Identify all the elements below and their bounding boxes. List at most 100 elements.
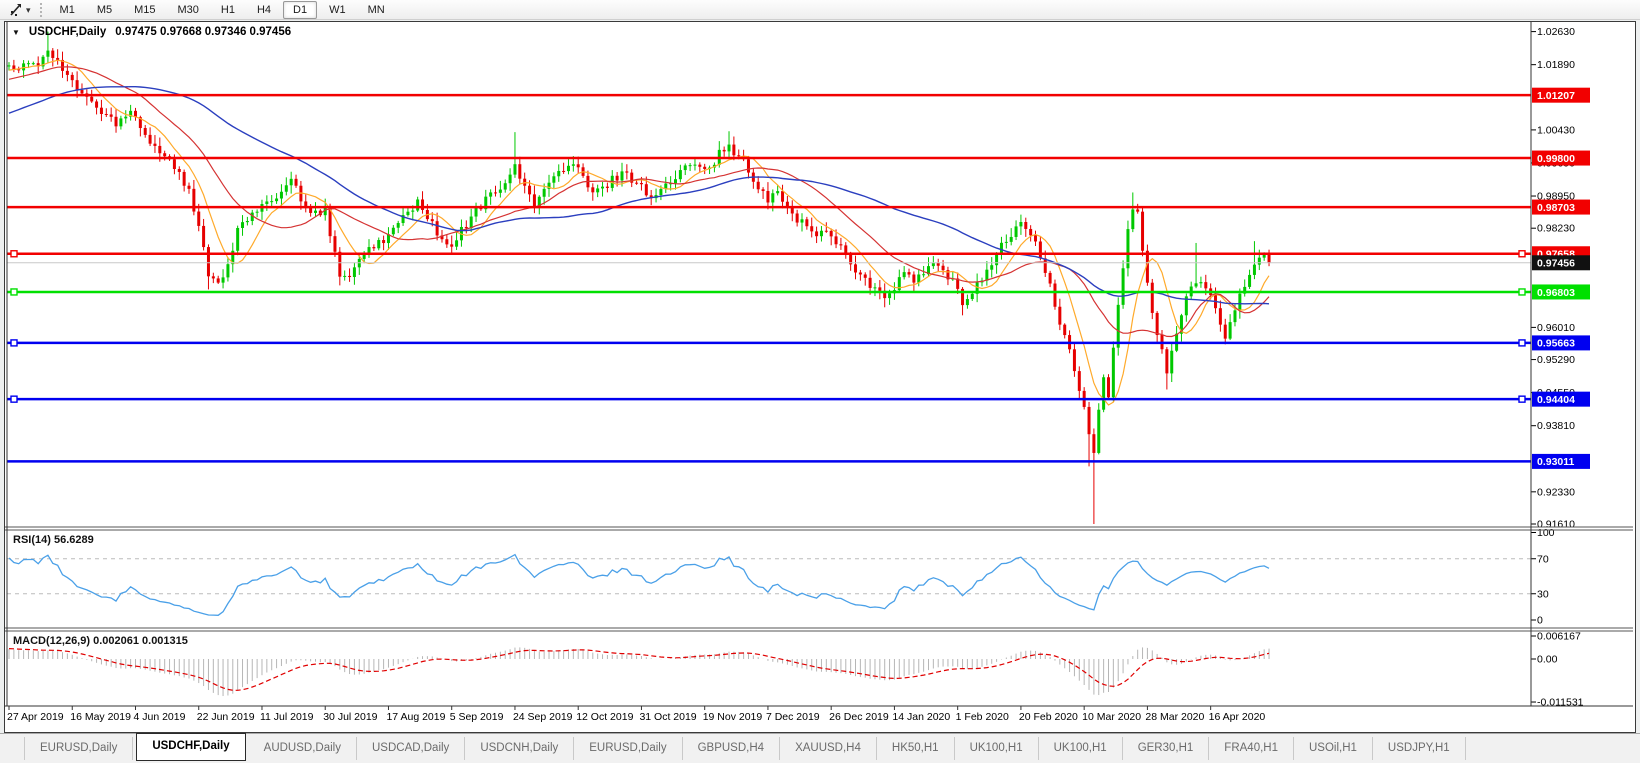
tool-dropdown-icon[interactable]: ▾ [26,5,31,15]
line-handle[interactable] [11,289,17,295]
svg-text:16 Apr 2020: 16 Apr 2020 [1209,711,1266,723]
timeframe-button-m1[interactable]: M1 [50,1,85,19]
timeframe-button-w1[interactable]: W1 [319,1,356,19]
timeframe-button-m15[interactable]: M15 [124,1,165,19]
svg-text:1.01890: 1.01890 [1537,59,1575,71]
candlesticks [8,32,1271,524]
svg-text:1.00430: 1.00430 [1537,124,1575,136]
svg-text:0.97456: 0.97456 [1537,258,1575,270]
chart-tab-eurusd-daily[interactable]: EURUSD,Daily [24,737,133,760]
svg-text:0.006167: 0.006167 [1537,630,1581,642]
line-handle[interactable] [1519,251,1525,257]
chart-tab-audusd-daily[interactable]: AUDUSD,Daily [249,737,357,760]
timeframe-button-h1[interactable]: H1 [211,1,245,19]
chart-tab-eurusd-daily[interactable]: EURUSD,Daily [574,737,682,760]
svg-text:26 Dec 2019: 26 Dec 2019 [829,711,889,723]
svg-text:0.93011: 0.93011 [1537,456,1575,468]
macd-signal-line [9,649,1269,691]
svg-text:14 Jan 2020: 14 Jan 2020 [892,711,950,723]
chart-tab-xauusd-h4[interactable]: XAUUSD,H4 [780,737,877,760]
chart-tab-fra40-h1[interactable]: FRA40,H1 [1209,737,1294,760]
svg-text:1.02630: 1.02630 [1537,26,1575,38]
svg-text:0.94404: 0.94404 [1537,394,1575,406]
chart-tab-ger30-h1[interactable]: GER30,H1 [1123,737,1210,760]
svg-text:30 Jul 2019: 30 Jul 2019 [323,711,377,723]
moving-average-slow [9,87,1269,304]
line-handle[interactable] [11,251,17,257]
rsi-indicator-label: RSI(14) 56.6289 [13,534,94,546]
svg-text:12 Oct 2019: 12 Oct 2019 [576,711,633,723]
svg-text:27 Apr 2019: 27 Apr 2019 [7,711,64,723]
date-axis-labels: 27 Apr 2019 16 May 20194 Jun 2019 22 Jun 2… [7,706,1265,723]
svg-text:1 Feb 2020: 1 Feb 2020 [956,711,1009,723]
toolbar-grip [40,3,42,17]
svg-text:0.00: 0.00 [1537,654,1558,666]
macd-indicator-label: MACD(12,26,9) 0.002061 0.001315 [13,635,188,647]
timeframe-button-m30[interactable]: M30 [168,1,209,19]
svg-text:20 Feb 2020: 20 Feb 2020 [1019,711,1078,723]
collapse-chart-icon[interactable]: ▼ [12,28,20,37]
svg-text:0.93810: 0.93810 [1537,420,1575,432]
svg-text:0.95290: 0.95290 [1537,354,1575,366]
rsi-scale: 10070300 [7,527,1555,627]
svg-text:16 May 2019: 16 May 2019 [70,711,131,723]
rsi-line [9,555,1269,616]
price-badges: 1.012070.998000.987030.976580.974560.968… [1532,88,1590,469]
cursor-tool-button[interactable]: ▾ [5,2,35,18]
chart-tab-usdchf-daily[interactable]: USDCHF,Daily [136,733,245,761]
svg-text:17 Aug 2019: 17 Aug 2019 [386,711,445,723]
timeframe-button-h4[interactable]: H4 [247,1,281,19]
svg-text:0.92330: 0.92330 [1537,486,1575,498]
svg-text:0.95663: 0.95663 [1537,338,1575,350]
timeframe-button-m5[interactable]: M5 [87,1,122,19]
svg-text:-0.011531: -0.011531 [1537,697,1584,709]
moving-average-mid [9,67,1269,337]
svg-text:10 Mar 2020: 10 Mar 2020 [1082,711,1141,723]
chart-tab-usdcnh-daily[interactable]: USDCNH,Daily [465,737,574,760]
crosshair-cursor-icon [9,3,23,17]
svg-text:0.96803: 0.96803 [1537,287,1575,299]
chart-tab-uk100-h1[interactable]: UK100,H1 [1039,737,1123,760]
price-chart-canvas[interactable]: 1.026301.018901.004300.996900.989500.982… [5,22,1633,730]
svg-text:4 Jun 2019: 4 Jun 2019 [133,711,185,723]
svg-text:70: 70 [1537,553,1549,565]
svg-text:0: 0 [1537,615,1543,627]
horizontal-levels [7,95,1531,461]
svg-text:7 Dec 2019: 7 Dec 2019 [766,711,820,723]
svg-text:19 Nov 2019: 19 Nov 2019 [703,711,763,723]
svg-text:0.96010: 0.96010 [1537,322,1575,334]
svg-text:31 Oct 2019: 31 Oct 2019 [639,711,696,723]
line-handle[interactable] [11,340,17,346]
timeframe-buttons: M1M5M15M30H1H4D1W1MN [49,1,396,19]
chart-window[interactable]: 1.026301.018901.004300.996900.989500.982… [4,21,1636,733]
svg-text:28 Mar 2020: 28 Mar 2020 [1145,711,1204,723]
timeframe-button-d1[interactable]: D1 [283,1,317,19]
svg-text:100: 100 [1537,527,1555,539]
chart-tab-usdcad-daily[interactable]: USDCAD,Daily [357,737,465,760]
chart-tab-usdjpy-h1[interactable]: USDJPY,H1 [1373,737,1466,760]
svg-text:0.99800: 0.99800 [1537,153,1575,165]
line-handle[interactable] [1519,396,1525,402]
svg-text:22 Jun 2019: 22 Jun 2019 [197,711,255,723]
chart-ohlc-values: 0.97475 0.97668 0.97346 0.97456 [115,26,291,38]
line-handle[interactable] [1519,289,1525,295]
line-handle[interactable] [1519,340,1525,346]
macd-scale: 0.006167 0.00 -0.011531 [1531,630,1584,708]
moving-average-fast [9,60,1269,405]
chart-symbol-label: USDCHF,Daily [29,26,106,38]
timeframe-button-mn[interactable]: MN [358,1,395,19]
svg-text:24 Sep 2019: 24 Sep 2019 [513,711,573,723]
symbol-tab-bar: EURUSD,DailyUSDCHF,DailyAUDUSD,DailyUSDC… [0,733,1640,763]
svg-text:0.98230: 0.98230 [1537,223,1575,235]
top-toolbar: ▾ M1M5M15M30H1H4D1W1MN [0,0,1640,20]
svg-text:1.01207: 1.01207 [1537,90,1575,102]
chart-tab-usoil-h1[interactable]: USOil,H1 [1294,737,1373,760]
svg-text:5 Sep 2019: 5 Sep 2019 [450,711,504,723]
chart-title: ▼ USDCHF,Daily 0.97475 0.97668 0.97346 0… [12,26,291,38]
svg-text:0.98703: 0.98703 [1537,202,1575,214]
chart-tab-hk50-h1[interactable]: HK50,H1 [877,737,955,760]
line-handle[interactable] [11,396,17,402]
chart-tab-uk100-h1[interactable]: UK100,H1 [955,737,1039,760]
chart-tab-gbpusd-h4[interactable]: GBPUSD,H4 [683,737,780,760]
svg-text:11 Jul 2019: 11 Jul 2019 [260,711,314,723]
